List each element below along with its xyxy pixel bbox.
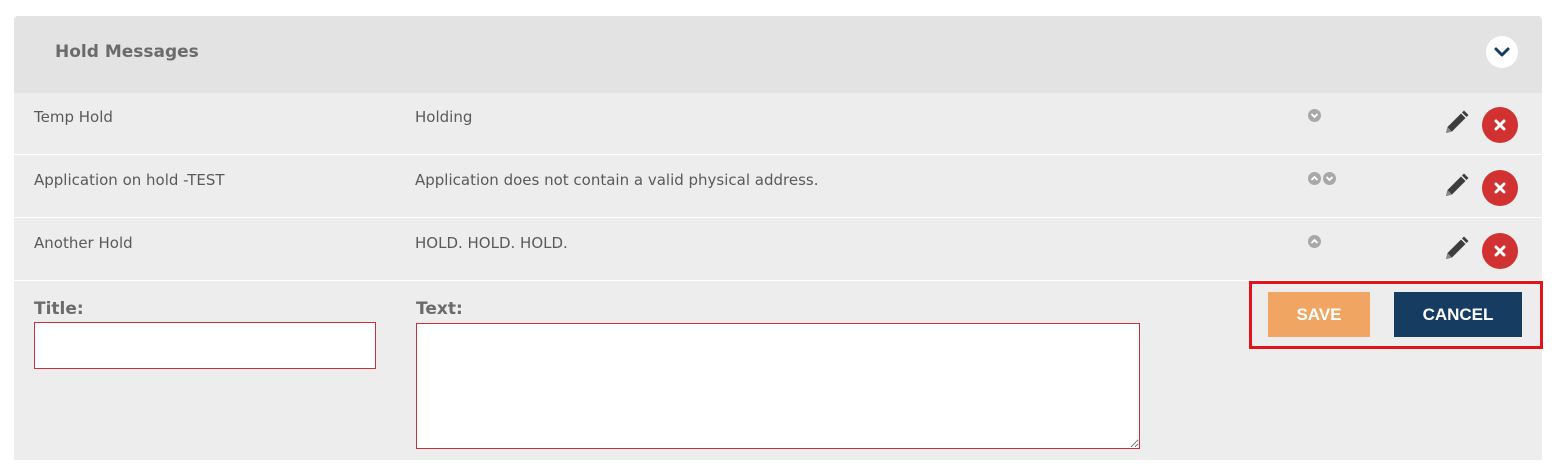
edit-button[interactable] xyxy=(1438,107,1472,141)
edit-button[interactable] xyxy=(1438,233,1472,267)
hold-text: Application does not contain a valid phy… xyxy=(415,171,819,189)
delete-button[interactable] xyxy=(1482,233,1518,269)
edit-button[interactable] xyxy=(1438,170,1472,204)
hold-title: Another Hold xyxy=(34,234,133,252)
collapse-button[interactable] xyxy=(1486,36,1518,68)
hold-row: Another Hold HOLD. HOLD. HOLD. xyxy=(14,219,1542,281)
hold-title: Temp Hold xyxy=(34,108,113,126)
cancel-button[interactable]: CANCEL xyxy=(1394,292,1522,337)
save-button[interactable]: SAVE xyxy=(1268,292,1370,337)
move-up-icon[interactable] xyxy=(1308,172,1321,185)
hold-title: Application on hold -TEST xyxy=(34,171,225,189)
title-input[interactable] xyxy=(34,322,376,369)
pencil-icon xyxy=(1446,173,1469,196)
chevron-down-icon xyxy=(1494,47,1510,57)
move-down-icon[interactable] xyxy=(1323,172,1336,185)
hold-row: Application on hold -TEST Application do… xyxy=(14,156,1542,218)
pencil-icon xyxy=(1446,236,1469,259)
delete-button[interactable] xyxy=(1482,170,1518,206)
order-controls xyxy=(1308,235,1321,248)
panel-title: Hold Messages xyxy=(55,42,199,62)
new-hold-form: Title: Text: SAVE CANCEL xyxy=(14,281,1542,460)
order-controls xyxy=(1308,109,1321,122)
move-up-icon[interactable] xyxy=(1308,235,1321,248)
pencil-icon xyxy=(1446,110,1469,133)
move-down-icon[interactable] xyxy=(1308,109,1321,122)
text-label: Text: xyxy=(416,299,463,319)
delete-button[interactable] xyxy=(1482,107,1518,143)
close-icon xyxy=(1494,182,1506,194)
hold-row: Temp Hold Holding xyxy=(14,93,1542,155)
hold-text: Holding xyxy=(415,108,473,126)
title-label: Title: xyxy=(34,299,84,319)
hold-messages-panel: Hold Messages Temp Hold Holding Applicat… xyxy=(14,16,1542,460)
order-controls xyxy=(1308,172,1336,185)
close-icon xyxy=(1494,119,1506,131)
hold-text: HOLD. HOLD. HOLD. xyxy=(415,234,568,252)
panel-header: Hold Messages xyxy=(14,16,1542,93)
close-icon xyxy=(1494,245,1506,257)
text-input[interactable] xyxy=(416,323,1140,449)
